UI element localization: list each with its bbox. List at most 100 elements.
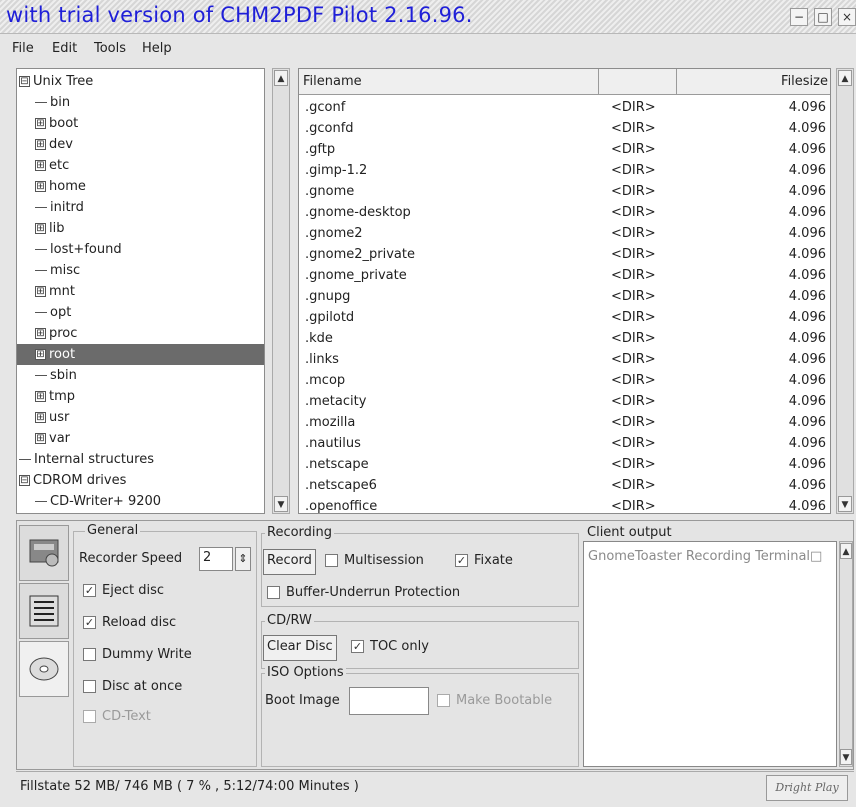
table-row[interactable]: .gconf <DIR> 4.096: [299, 97, 830, 118]
table-row[interactable]: .gnome <DIR> 4.096: [299, 181, 830, 202]
table-row[interactable]: .gnome2_private <DIR> 4.096: [299, 244, 830, 265]
scroll-up-icon[interactable]: ▲: [838, 70, 852, 86]
eject-disc-option[interactable]: ✓ Eject disc: [83, 583, 164, 598]
table-row[interactable]: .gnupg <DIR> 4.096: [299, 286, 830, 307]
expand-icon[interactable]: ⊞: [35, 433, 46, 444]
menu-tools[interactable]: Tools: [94, 41, 126, 56]
buffer-underrun-option[interactable]: Buffer-Underrun Protection: [267, 585, 460, 600]
fixate-checkbox[interactable]: ✓: [455, 554, 468, 567]
reload-disc-checkbox[interactable]: ✓: [83, 616, 96, 629]
tree-item[interactable]: ⊞ home: [17, 176, 264, 197]
table-row[interactable]: .mcop <DIR> 4.096: [299, 370, 830, 391]
tree-item[interactable]: ⊞ proc: [17, 323, 264, 344]
expand-icon[interactable]: ⊞: [35, 118, 46, 129]
maximize-button[interactable]: □: [814, 8, 832, 26]
tree-item[interactable]: ⊞ etc: [17, 155, 264, 176]
spin-icon[interactable]: ⇕: [235, 547, 251, 571]
table-row[interactable]: .netscape <DIR> 4.096: [299, 454, 830, 475]
table-row[interactable]: .openoffice <DIR> 4.096: [299, 496, 830, 513]
expand-icon[interactable]: ⊞: [35, 328, 46, 339]
boot-image-input[interactable]: [349, 687, 429, 715]
eject-disc-checkbox[interactable]: ✓: [83, 584, 96, 597]
tree-item[interactable]: sbin: [17, 365, 264, 386]
menu-edit[interactable]: Edit: [52, 41, 77, 56]
tab-burner[interactable]: [19, 583, 69, 639]
table-row[interactable]: .gpilotd <DIR> 4.096: [299, 307, 830, 328]
file-list-scrollbar[interactable]: ▲ ▼: [836, 68, 854, 514]
tree-item[interactable]: lost+found: [17, 239, 264, 260]
toc-only-option[interactable]: ✓ TOC only: [351, 639, 429, 654]
tree-item[interactable]: Internal structures: [17, 449, 264, 470]
recorder-speed-input[interactable]: 2: [199, 547, 233, 571]
multisession-checkbox[interactable]: [325, 554, 338, 567]
tree-item[interactable]: ⊞ root: [17, 344, 264, 365]
tree-item[interactable]: bin: [17, 92, 264, 113]
record-button[interactable]: Record: [263, 549, 316, 575]
table-row[interactable]: .links <DIR> 4.096: [299, 349, 830, 370]
scroll-up-icon[interactable]: ▲: [840, 543, 852, 559]
tree-item[interactable]: ⊞ dev: [17, 134, 264, 155]
table-row[interactable]: .gnome2 <DIR> 4.096: [299, 223, 830, 244]
expand-icon[interactable]: ⊞: [35, 286, 46, 297]
tree-item[interactable]: opt: [17, 302, 264, 323]
menu-file[interactable]: File: [12, 41, 34, 56]
disc-at-once-option[interactable]: Disc at once: [83, 679, 182, 694]
column-type[interactable]: [599, 69, 677, 95]
tree-item[interactable]: initrd: [17, 197, 264, 218]
expand-icon[interactable]: ⊞: [35, 160, 46, 171]
fixate-option[interactable]: ✓ Fixate: [455, 553, 513, 568]
expand-icon[interactable]: ⊞: [35, 181, 46, 192]
toc-only-checkbox[interactable]: ✓: [351, 640, 364, 653]
menu-help[interactable]: Help: [142, 41, 172, 56]
tree-item[interactable]: ⊟ Unix Tree: [17, 71, 264, 92]
scroll-up-icon[interactable]: ▲: [274, 70, 288, 86]
directory-tree[interactable]: ⊟ Unix Tree bin ⊞ boot ⊞ dev ⊞ etc ⊞ home initrd ⊞ li…: [16, 68, 265, 514]
collapse-icon[interactable]: ⊟: [19, 475, 30, 486]
file-list[interactable]: Filename Filesize .gconf <DIR> 4.096 .gconf…: [298, 68, 831, 514]
expand-icon[interactable]: ⊞: [35, 139, 46, 150]
disc-at-once-checkbox[interactable]: [83, 680, 96, 693]
expand-icon[interactable]: ⊞: [35, 223, 46, 234]
table-row[interactable]: .nautilus <DIR> 4.096: [299, 433, 830, 454]
column-filesize[interactable]: Filesize: [677, 69, 830, 95]
tree-item[interactable]: ⊞ lib: [17, 218, 264, 239]
table-row[interactable]: .gimp-1.2 <DIR> 4.096: [299, 160, 830, 181]
buffer-underrun-checkbox[interactable]: [267, 586, 280, 599]
scroll-down-icon[interactable]: ▼: [274, 496, 288, 512]
table-row[interactable]: .mozilla <DIR> 4.096: [299, 412, 830, 433]
scroll-down-icon[interactable]: ▼: [838, 496, 852, 512]
table-row[interactable]: .kde <DIR> 4.096: [299, 328, 830, 349]
collapse-icon[interactable]: ⊟: [19, 76, 30, 87]
scroll-down-icon[interactable]: ▼: [840, 749, 852, 765]
tab-recorder[interactable]: [19, 525, 69, 581]
minimize-button[interactable]: −: [790, 8, 808, 26]
expand-icon[interactable]: ⊞: [35, 391, 46, 402]
tree-scrollbar[interactable]: ▲ ▼: [272, 68, 290, 514]
table-row[interactable]: .gnome-desktop <DIR> 4.096: [299, 202, 830, 223]
tree-item[interactable]: ⊞ var: [17, 428, 264, 449]
clear-disc-button[interactable]: Clear Disc: [263, 635, 337, 661]
tree-item[interactable]: CD-Writer+ 9200: [17, 491, 264, 512]
multisession-option[interactable]: Multisession: [325, 553, 424, 568]
column-filename[interactable]: Filename: [299, 69, 599, 95]
tab-disc[interactable]: [19, 641, 69, 697]
table-row[interactable]: .gnome_private <DIR> 4.096: [299, 265, 830, 286]
tree-item[interactable]: ⊞ boot: [17, 113, 264, 134]
client-output-terminal[interactable]: GnomeToaster Recording Terminal□: [583, 541, 837, 767]
reload-disc-option[interactable]: ✓ Reload disc: [83, 615, 176, 630]
table-row[interactable]: .netscape6 <DIR> 4.096: [299, 475, 830, 496]
dummy-write-option[interactable]: Dummy Write: [83, 647, 192, 662]
expand-icon[interactable]: ⊞: [35, 349, 46, 360]
tree-item[interactable]: misc: [17, 260, 264, 281]
table-row[interactable]: .metacity <DIR> 4.096: [299, 391, 830, 412]
table-row[interactable]: .gftp <DIR> 4.096: [299, 139, 830, 160]
tree-item[interactable]: ⊟ CDROM drives: [17, 470, 264, 491]
client-output-scrollbar[interactable]: ▲ ▼: [839, 541, 853, 767]
tree-item[interactable]: ⊞ tmp: [17, 386, 264, 407]
tree-item[interactable]: ⊞ mnt: [17, 281, 264, 302]
tree-item[interactable]: ⊞ usr: [17, 407, 264, 428]
close-button[interactable]: ×: [838, 8, 856, 26]
dummy-write-checkbox[interactable]: [83, 648, 96, 661]
expand-icon[interactable]: ⊞: [35, 412, 46, 423]
table-row[interactable]: .gconfd <DIR> 4.096: [299, 118, 830, 139]
